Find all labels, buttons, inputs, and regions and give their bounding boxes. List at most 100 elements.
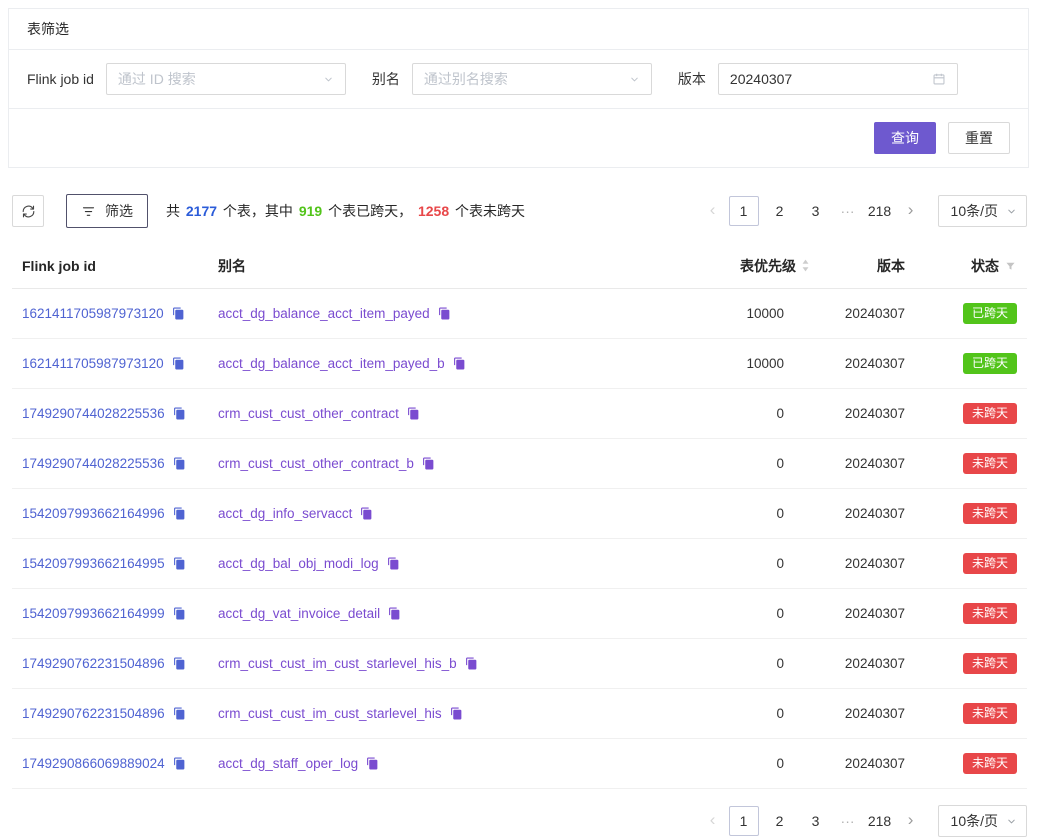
copy-icon[interactable]	[422, 457, 435, 470]
copy-icon[interactable]	[173, 707, 186, 720]
filter-button[interactable]: 筛选	[66, 194, 148, 228]
summary-suffix: 个表未跨天	[451, 203, 525, 219]
status-badge: 未跨天	[963, 653, 1017, 674]
copy-icon[interactable]	[407, 407, 420, 420]
chevron-down-icon	[323, 74, 334, 85]
chevron-down-icon	[1006, 206, 1017, 217]
summary-mid1: 个表，其中	[219, 203, 297, 219]
job-id-link[interactable]: 1749290762231504896	[22, 656, 165, 671]
page-item-1[interactable]: 1	[729, 196, 759, 226]
filter-funnel-icon[interactable]	[1004, 260, 1017, 273]
copy-icon[interactable]	[173, 657, 186, 670]
priority-cell: 0	[670, 539, 820, 589]
copy-icon[interactable]	[366, 757, 379, 770]
page-item-2[interactable]: 2	[765, 196, 795, 226]
copy-icon[interactable]	[453, 357, 466, 370]
query-button[interactable]: 查询	[874, 122, 936, 154]
alias-link[interactable]: crm_cust_cust_other_contract_b	[218, 456, 414, 471]
alias-select-placeholder: 通过别名搜索	[424, 69, 508, 89]
priority-cell: 0	[670, 389, 820, 439]
filter-panel: 表筛选 Flink job id 通过 ID 搜索 别名 通过别名搜索 版本	[8, 8, 1029, 168]
job-id-link[interactable]: 1542097993662164995	[22, 556, 165, 571]
job-id-link[interactable]: 1621411705987973120	[22, 306, 164, 321]
table-row: 1749290744028225536 crm_cust_cust_other_…	[12, 389, 1027, 439]
alias-link[interactable]: acct_dg_vat_invoice_detail	[218, 606, 380, 621]
status-badge: 未跨天	[963, 453, 1017, 474]
page-ellipsis[interactable]: ···	[834, 813, 862, 829]
job-id-link[interactable]: 1542097993662164996	[22, 506, 165, 521]
next-page-button[interactable]: ›	[898, 196, 924, 226]
copy-icon[interactable]	[173, 457, 186, 470]
copy-icon[interactable]	[173, 557, 186, 570]
priority-cell: 0	[670, 439, 820, 489]
alias-link[interactable]: crm_cust_cust_im_cust_starlevel_his	[218, 706, 442, 721]
copy-icon[interactable]	[173, 607, 186, 620]
alias-link[interactable]: acct_dg_bal_obj_modi_log	[218, 556, 379, 571]
page-size-select-bottom[interactable]: 10条/页	[938, 805, 1027, 837]
version-cell: 20240307	[820, 389, 915, 439]
copy-icon[interactable]	[450, 707, 463, 720]
job-id-link[interactable]: 1621411705987973120	[22, 356, 164, 371]
calendar-icon	[932, 72, 946, 86]
copy-icon[interactable]	[173, 507, 186, 520]
col-header-priority: 表优先级	[670, 244, 820, 289]
table-header-row: Flink job id 别名 表优先级 版本 状态	[12, 244, 1027, 289]
version-cell: 20240307	[820, 639, 915, 689]
page-item-3[interactable]: 3	[801, 196, 831, 226]
job-id-link[interactable]: 1749290744028225536	[22, 456, 165, 471]
copy-icon[interactable]	[360, 507, 373, 520]
job-id-link[interactable]: 1542097993662164999	[22, 606, 165, 621]
summary-crossed-count: 919	[299, 203, 322, 219]
page-item-3[interactable]: 3	[801, 806, 831, 836]
filter-fields-row: Flink job id 通过 ID 搜索 别名 通过别名搜索 版本 20240…	[9, 50, 1028, 108]
page-size-select-top[interactable]: 10条/页	[938, 195, 1027, 227]
page-ellipsis[interactable]: ···	[834, 203, 862, 219]
chevron-down-icon	[629, 74, 640, 85]
alias-link[interactable]: acct_dg_balance_acct_item_payed_b	[218, 356, 445, 371]
next-page-button[interactable]: ›	[898, 806, 924, 836]
page-item-last[interactable]: 218	[865, 806, 895, 836]
table-row: 1542097993662164999 acct_dg_vat_invoice_…	[12, 589, 1027, 639]
version-cell: 20240307	[820, 739, 915, 789]
copy-icon[interactable]	[172, 357, 185, 370]
summary-mid2: 个表已跨天，	[324, 203, 416, 219]
priority-cell: 0	[670, 589, 820, 639]
table-toolbar: 筛选 共 2177 个表，其中 919 个表已跨天， 1258 个表未跨天 ‹ …	[12, 194, 1027, 228]
copy-icon[interactable]	[173, 757, 186, 770]
version-field: 版本 20240307	[678, 63, 958, 95]
priority-cell: 0	[670, 489, 820, 539]
jobid-select[interactable]: 通过 ID 搜索	[106, 63, 346, 95]
version-date-input[interactable]: 20240307	[718, 63, 958, 95]
alias-link[interactable]: crm_cust_cust_im_cust_starlevel_his_b	[218, 656, 457, 671]
alias-link[interactable]: crm_cust_cust_other_contract	[218, 406, 399, 421]
table-row: 1542097993662164996 acct_dg_info_servacc…	[12, 489, 1027, 539]
copy-icon[interactable]	[387, 557, 400, 570]
copy-icon[interactable]	[465, 657, 478, 670]
alias-link[interactable]: acct_dg_balance_acct_item_payed	[218, 306, 430, 321]
summary-uncrossed-count: 1258	[418, 203, 449, 219]
status-badge: 已跨天	[963, 353, 1017, 374]
copy-icon[interactable]	[438, 307, 451, 320]
prev-page-button[interactable]: ‹	[700, 806, 726, 836]
status-badge: 未跨天	[963, 703, 1017, 724]
copy-icon[interactable]	[388, 607, 401, 620]
page-item-1[interactable]: 1	[729, 806, 759, 836]
job-id-link[interactable]: 1749290762231504896	[22, 706, 165, 721]
job-id-link[interactable]: 1749290744028225536	[22, 406, 165, 421]
prev-page-button[interactable]: ‹	[700, 196, 726, 226]
version-cell: 20240307	[820, 439, 915, 489]
refresh-button[interactable]	[12, 195, 44, 227]
table-row: 1621411705987973120 acct_dg_balance_acct…	[12, 339, 1027, 389]
page-item-2[interactable]: 2	[765, 806, 795, 836]
copy-icon[interactable]	[173, 407, 186, 420]
page-item-last[interactable]: 218	[865, 196, 895, 226]
sort-icon[interactable]	[801, 258, 810, 273]
alias-link[interactable]: acct_dg_info_servacct	[218, 506, 352, 521]
reset-button[interactable]: 重置	[948, 122, 1010, 154]
copy-icon[interactable]	[172, 307, 185, 320]
job-id-link[interactable]: 1749290866069889024	[22, 756, 165, 771]
alias-link[interactable]: acct_dg_staff_oper_log	[218, 756, 358, 771]
alias-select[interactable]: 通过别名搜索	[412, 63, 652, 95]
col-header-version: 版本	[820, 244, 915, 289]
table-row: 1749290762231504896 crm_cust_cust_im_cus…	[12, 639, 1027, 689]
